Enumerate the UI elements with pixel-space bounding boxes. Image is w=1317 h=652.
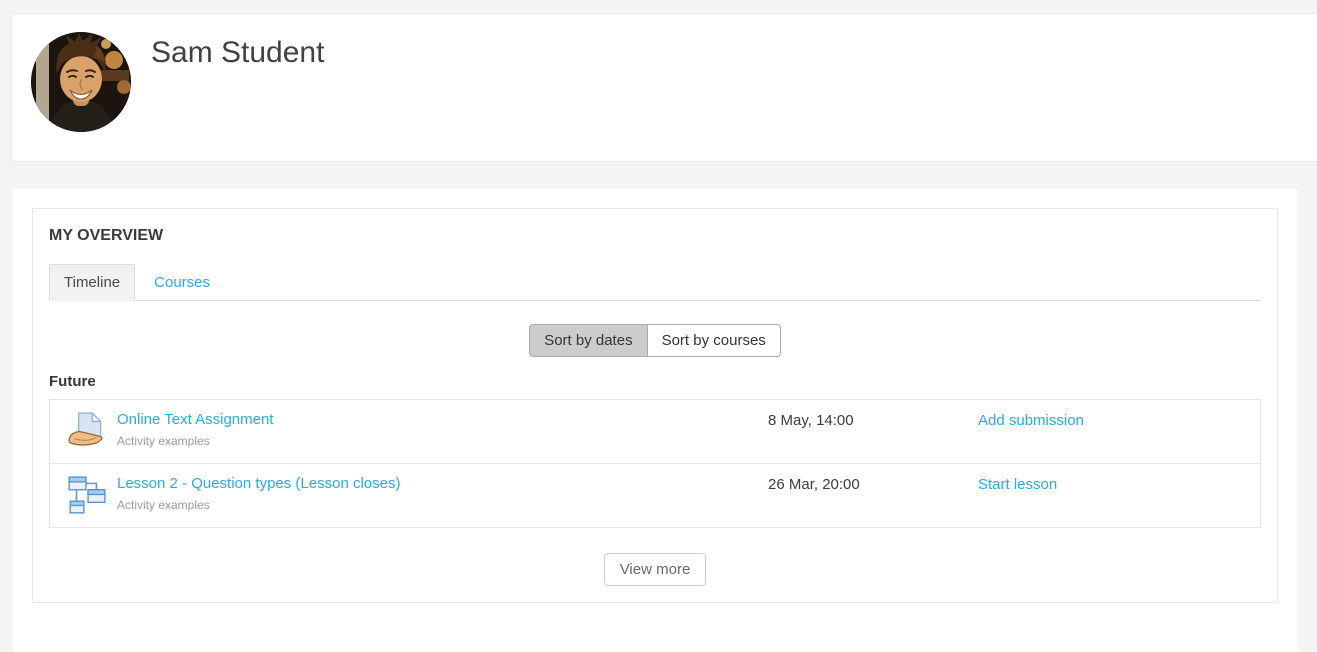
block-title: MY OVERVIEW xyxy=(49,227,1261,245)
event-title-link[interactable]: Online Text Assignment xyxy=(117,411,273,428)
assignment-icon xyxy=(66,410,108,452)
avatar-photo-illustration xyxy=(31,32,131,132)
lesson-icon xyxy=(66,474,108,516)
sort-by-dates-button[interactable]: Sort by dates xyxy=(529,324,647,357)
view-more-row: View more xyxy=(33,553,1277,586)
start-lesson-link[interactable]: Start lesson xyxy=(978,476,1057,493)
add-submission-link[interactable]: Add submission xyxy=(978,412,1084,429)
event-action-cell: Start lesson xyxy=(978,475,1244,493)
event-text: Lesson 2 - Question types (Lesson closes… xyxy=(108,475,768,512)
content-region: MY OVERVIEW Timeline Courses Sort by dat… xyxy=(13,189,1297,652)
timeline-event-row: Online Text Assignment Activity examples… xyxy=(50,400,1260,463)
timeline-section-heading: Future xyxy=(49,373,1261,390)
timeline-event-list: Online Text Assignment Activity examples… xyxy=(49,399,1261,528)
my-overview-block: MY OVERVIEW Timeline Courses Sort by dat… xyxy=(32,208,1278,603)
event-due-date: 26 Mar, 20:00 xyxy=(768,475,978,493)
user-avatar xyxy=(31,32,131,132)
overview-tab-bar: Timeline Courses xyxy=(49,264,1261,301)
timeline-event-row: Lesson 2 - Question types (Lesson closes… xyxy=(50,463,1260,527)
event-course-name: Activity examples xyxy=(117,498,768,512)
sort-button-group: Sort by dates Sort by courses xyxy=(33,324,1277,357)
event-course-name: Activity examples xyxy=(117,434,768,448)
event-title-link[interactable]: Lesson 2 - Question types (Lesson closes… xyxy=(117,475,400,492)
page-title-user-name: Sam Student xyxy=(151,35,324,71)
event-text: Online Text Assignment Activity examples xyxy=(108,411,768,448)
view-more-button[interactable]: View more xyxy=(604,553,707,586)
tab-courses[interactable]: Courses xyxy=(139,264,225,301)
tab-timeline[interactable]: Timeline xyxy=(49,264,135,301)
sort-by-courses-button[interactable]: Sort by courses xyxy=(647,324,781,357)
event-due-date: 8 May, 14:00 xyxy=(768,411,978,429)
profile-header: Sam Student xyxy=(11,13,1317,162)
event-action-cell: Add submission xyxy=(978,411,1244,429)
